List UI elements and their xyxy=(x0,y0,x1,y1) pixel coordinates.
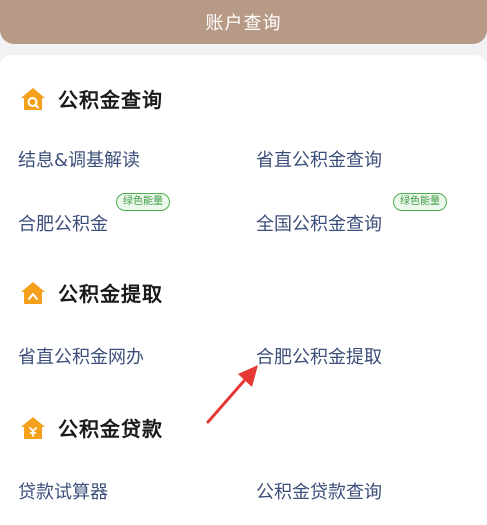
section-title-withdraw: 公积金提取 xyxy=(58,282,163,306)
link-provincial-fund-online[interactable]: 省直公积金网办 xyxy=(18,343,144,369)
house-loan-icon xyxy=(21,416,45,439)
link-fund-loan-query[interactable]: 公积金贷款查询 xyxy=(256,478,382,504)
annotation-arrow-icon xyxy=(206,365,258,424)
link-hefei-fund[interactable]: 合肥公积金 xyxy=(18,210,108,236)
page-title: 账户查询 xyxy=(205,13,282,34)
section-header-loan: 公积金贷款 xyxy=(20,413,163,442)
link-hefei-fund-withdraw[interactable]: 合肥公积金提取 xyxy=(256,343,382,369)
header-bar: 账户查询 xyxy=(0,0,487,44)
link-national-fund-query[interactable]: 全国公积金查询 xyxy=(256,210,382,236)
link-provincial-fund-query[interactable]: 省直公积金查询 xyxy=(256,146,382,172)
house-search-icon xyxy=(21,87,45,110)
section-title-loan: 公积金贷款 xyxy=(58,417,163,441)
section-title-query: 公积金查询 xyxy=(58,88,163,112)
house-withdraw-icon xyxy=(21,281,45,304)
section-header-withdraw: 公积金提取 xyxy=(20,278,163,307)
green-energy-badge: 绿色能量 xyxy=(116,193,170,211)
green-energy-badge: 绿色能量 xyxy=(393,193,447,211)
link-loan-calculator[interactable]: 贷款试算器 xyxy=(18,478,108,504)
section-header-query: 公积金查询 xyxy=(20,84,163,113)
link-interest-adjustment[interactable]: 结息&调基解读 xyxy=(18,146,140,172)
